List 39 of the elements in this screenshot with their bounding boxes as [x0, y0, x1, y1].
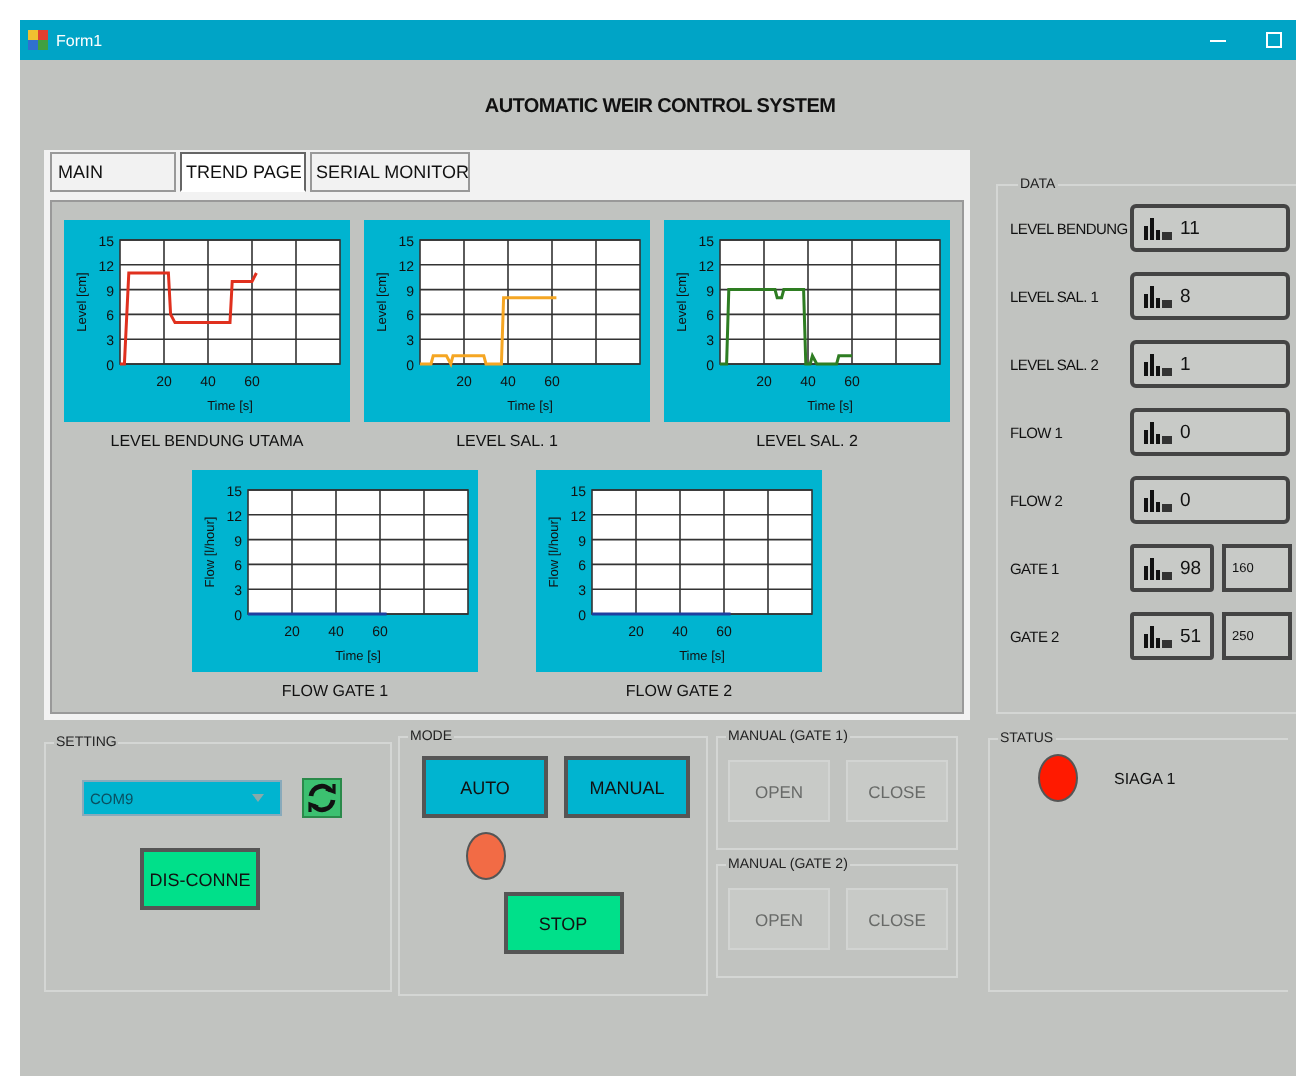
- reading-value-box: 98: [1130, 544, 1214, 592]
- reading-value-box: 0: [1130, 476, 1290, 524]
- bar-chart-icon: [1144, 489, 1172, 511]
- disconnect-button[interactable]: DIS-CONNE: [140, 848, 260, 910]
- reading-value-box: 1: [1130, 340, 1290, 388]
- bar-chart-icon: [1144, 285, 1172, 307]
- bar-chart-icon: [1144, 625, 1172, 647]
- reading-value-box: 8: [1130, 272, 1290, 320]
- refresh-button[interactable]: [302, 778, 342, 818]
- mode-button[interactable]: AUTO: [422, 756, 548, 818]
- bar-chart-icon: [1144, 421, 1172, 443]
- status-text: SIAGA 1: [1114, 769, 1176, 787]
- data-line: [720, 288, 852, 366]
- data-line: [420, 296, 557, 369]
- chart-title: LEVEL BENDUNG UTAMA: [110, 432, 304, 450]
- refresh-icon: [306, 782, 338, 814]
- reading-value-box: 51: [1130, 612, 1214, 660]
- bar-chart-icon: [1144, 217, 1172, 239]
- chart-title: LEVEL SAL. 2: [756, 432, 858, 450]
- chart-title: FLOW GATE 1: [281, 682, 389, 700]
- tab[interactable]: MAIN: [50, 152, 176, 192]
- data-line: [592, 612, 731, 616]
- reading-value-box: 0: [1130, 408, 1290, 456]
- stop-button[interactable]: STOP: [503, 892, 623, 954]
- dropdown-arrow-icon: [252, 794, 264, 802]
- reading-value-box: 11: [1130, 204, 1290, 252]
- mode-button[interactable]: MANUAL: [564, 756, 690, 818]
- chart-title: FLOW GATE 2: [625, 682, 733, 700]
- window-title: Form1: [56, 31, 103, 49]
- tab[interactable]: TREND PAGE: [180, 152, 306, 192]
- app-icon: [28, 30, 48, 50]
- bar-chart-icon: [1144, 557, 1172, 579]
- data-line: [248, 612, 387, 616]
- maximize-icon[interactable]: [1264, 30, 1284, 50]
- tab[interactable]: SERIAL MONITOR: [310, 152, 470, 192]
- app-heading: AUTOMATIC WEIR CONTROL SYSTEM: [484, 96, 836, 118]
- chart-title: LEVEL SAL. 1: [456, 432, 558, 450]
- data-line: [120, 271, 258, 366]
- bar-chart-icon: [1144, 353, 1172, 375]
